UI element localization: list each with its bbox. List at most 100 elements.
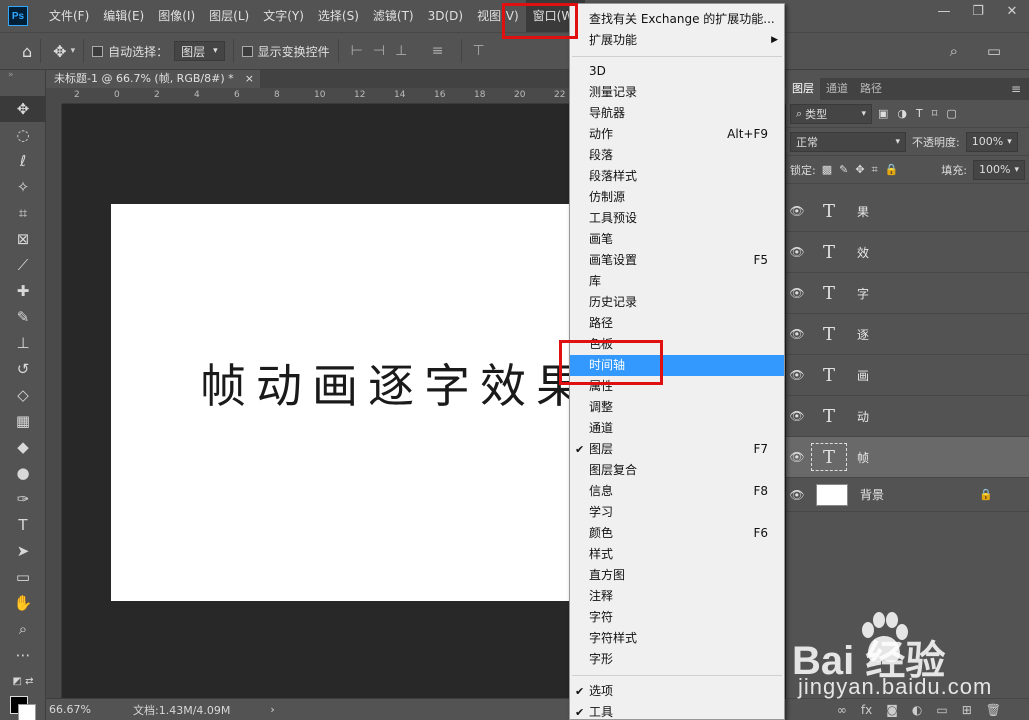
marquee-tool-icon[interactable]: ◌ <box>0 122 46 148</box>
checkbox-icon[interactable] <box>241 45 253 57</box>
menu-select[interactable]: 选择(S) <box>311 0 366 32</box>
menu-item-measurement-log[interactable]: 测量记录 <box>570 82 784 103</box>
layer-row[interactable]: 👁 T 画 <box>786 355 1029 396</box>
auto-select-dropdown[interactable]: 图层 ▾ <box>174 41 225 61</box>
checkbox-icon[interactable] <box>92 45 104 57</box>
menu-item-layer-comps[interactable]: 图层复合 <box>570 460 784 481</box>
menu-item-brushes[interactable]: 画笔 <box>570 229 784 250</box>
blend-mode-dropdown[interactable]: 正常 ▾ <box>790 131 906 152</box>
fill-field[interactable]: 100% ▾ <box>973 159 1025 180</box>
more-tools-icon[interactable]: ⋯ <box>0 642 46 668</box>
menu-item-history[interactable]: 历史记录 <box>570 292 784 313</box>
chevron-down-icon[interactable]: ▾ <box>71 46 76 56</box>
close-button[interactable]: ✕ <box>995 0 1029 22</box>
menu-item-paragraph-styles[interactable]: 段落样式 <box>570 166 784 187</box>
layer-row-selected[interactable]: 👁 T 帧 <box>786 437 1029 478</box>
menu-item-clone-source[interactable]: 仿制源 <box>570 187 784 208</box>
menu-item-extensions[interactable]: 扩展功能 ▶ <box>570 30 784 51</box>
menu-3d[interactable]: 3D(D) <box>421 0 470 32</box>
visibility-eye-icon[interactable]: 👁 <box>786 368 808 382</box>
default-colors-icon[interactable]: ◩ ⇄ <box>0 668 46 694</box>
blur-tool-icon[interactable]: ◆ <box>0 434 46 460</box>
menu-item-exchange[interactable]: 查找有关 Exchange 的扩展功能... <box>570 9 784 30</box>
visibility-eye-icon[interactable]: 👁 <box>786 245 808 259</box>
delete-layer-icon[interactable]: 🗑 <box>986 703 1001 717</box>
layer-row[interactable]: 👁 T 动 <box>786 396 1029 437</box>
auto-select-checkbox[interactable]: 自动选择： <box>92 43 168 60</box>
minimize-button[interactable]: — <box>927 0 961 22</box>
menu-item-learn[interactable]: 学习 <box>570 502 784 523</box>
menu-item-actions[interactable]: 动作 Alt+F9 <box>570 124 784 145</box>
show-transform-checkbox[interactable]: 显示变换控件 <box>241 43 330 60</box>
document-canvas[interactable]: 帧动画逐字效果 <box>111 204 586 601</box>
menu-item-options[interactable]: ✔ 选项 <box>570 681 784 702</box>
menu-item-navigator[interactable]: 导航器 <box>570 103 784 124</box>
menu-item-brush-settings[interactable]: 画笔设置 F5 <box>570 250 784 271</box>
status-arrow-icon[interactable]: › <box>270 703 274 716</box>
tab-channels[interactable]: 通道 <box>820 78 854 100</box>
hand-tool-icon[interactable]: ✋ <box>0 590 46 616</box>
layer-filter-dropdown[interactable]: ⌕ 类型 ▾ <box>790 103 872 124</box>
visibility-eye-icon[interactable]: 👁 <box>786 286 808 300</box>
menu-item-character[interactable]: 字符 <box>570 607 784 628</box>
history-brush-icon[interactable]: ↺ <box>0 356 46 382</box>
menu-item-paragraph[interactable]: 段落 <box>570 145 784 166</box>
menu-item-glyphs[interactable]: 字形 <box>570 649 784 670</box>
document-tab[interactable]: 未标题-1 @ 66.7% (帧, RGB/8#) * × <box>46 70 260 88</box>
layer-row[interactable]: 👁 T 效 <box>786 232 1029 273</box>
filter-icons[interactable]: ▣◑T⌑▢ <box>878 107 966 120</box>
brush-tool-icon[interactable]: ✎ <box>0 304 46 330</box>
crop-tool-icon[interactable]: ⌗ <box>0 200 46 226</box>
menu-layer[interactable]: 图层(L) <box>202 0 256 32</box>
zoom-tool-icon[interactable]: ⌕ <box>0 616 46 642</box>
move-tool-icon[interactable]: ✥ <box>0 96 46 122</box>
restore-button[interactable]: ❐ <box>961 0 995 22</box>
close-icon[interactable]: × <box>245 70 254 88</box>
menu-item-tool-presets[interactable]: 工具预设 <box>570 208 784 229</box>
background-color[interactable] <box>18 704 36 720</box>
lock-icons[interactable]: ▩✎✥⌗🔒 <box>822 163 906 177</box>
menu-file[interactable]: 文件(F) <box>42 0 96 32</box>
menu-item-adjustments[interactable]: 调整 <box>570 397 784 418</box>
menu-edit[interactable]: 编辑(E) <box>96 0 151 32</box>
dodge-tool-icon[interactable]: ● <box>0 460 46 486</box>
menu-image[interactable]: 图像(I) <box>151 0 202 32</box>
menu-item-info[interactable]: 信息 F8 <box>570 481 784 502</box>
menu-type[interactable]: 文字(Y) <box>256 0 311 32</box>
move-tool-icon[interactable]: ✥ <box>53 42 66 61</box>
magic-wand-icon[interactable]: ✧ <box>0 174 46 200</box>
type-tool-icon[interactable]: T <box>0 512 46 538</box>
menu-filter[interactable]: 滤镜(T) <box>366 0 421 32</box>
distribute-icon[interactable]: ⊤ <box>472 43 484 59</box>
visibility-eye-icon[interactable]: 👁 <box>786 450 808 464</box>
menu-item-libraries[interactable]: 库 <box>570 271 784 292</box>
visibility-eye-icon[interactable]: 👁 <box>786 204 808 218</box>
zoom-level[interactable]: 66.67% <box>49 703 119 716</box>
layer-row[interactable]: 👁 T 果 <box>786 191 1029 232</box>
menu-item-3d[interactable]: 3D <box>570 61 784 82</box>
layer-row[interactable]: 👁 T 字 <box>786 273 1029 314</box>
menu-item-color[interactable]: 颜色 F6 <box>570 523 784 544</box>
layer-row[interactable]: 👁 T 逐 <box>786 314 1029 355</box>
collapse-icon[interactable]: » <box>0 70 45 96</box>
frame-tool-icon[interactable]: ⊠ <box>0 226 46 252</box>
healing-brush-icon[interactable]: ✚ <box>0 278 46 304</box>
visibility-eye-icon[interactable]: 👁 <box>786 327 808 341</box>
eyedropper-icon[interactable]: ⟋ <box>0 252 46 278</box>
menu-item-character-styles[interactable]: 字符样式 <box>570 628 784 649</box>
panel-menu-icon[interactable]: ≡ <box>1003 78 1029 100</box>
opacity-field[interactable]: 100% ▾ <box>965 131 1018 152</box>
tab-layers[interactable]: 图层 <box>786 78 820 100</box>
color-swatches[interactable] <box>0 694 45 720</box>
home-icon[interactable]: ⌂ <box>22 42 32 61</box>
menu-item-paths[interactable]: 路径 <box>570 313 784 334</box>
menu-item-layers[interactable]: ✔ 图层 F7 <box>570 439 784 460</box>
menu-item-styles[interactable]: 样式 <box>570 544 784 565</box>
eraser-icon[interactable]: ◇ <box>0 382 46 408</box>
menu-item-notes[interactable]: 注释 <box>570 586 784 607</box>
visibility-eye-icon[interactable]: 👁 <box>786 409 808 423</box>
stamp-tool-icon[interactable]: ⊥ <box>0 330 46 356</box>
lasso-tool-icon[interactable]: ℓ <box>0 148 46 174</box>
visibility-eye-icon[interactable]: 👁 <box>786 488 808 502</box>
path-select-icon[interactable]: ➤ <box>0 538 46 564</box>
